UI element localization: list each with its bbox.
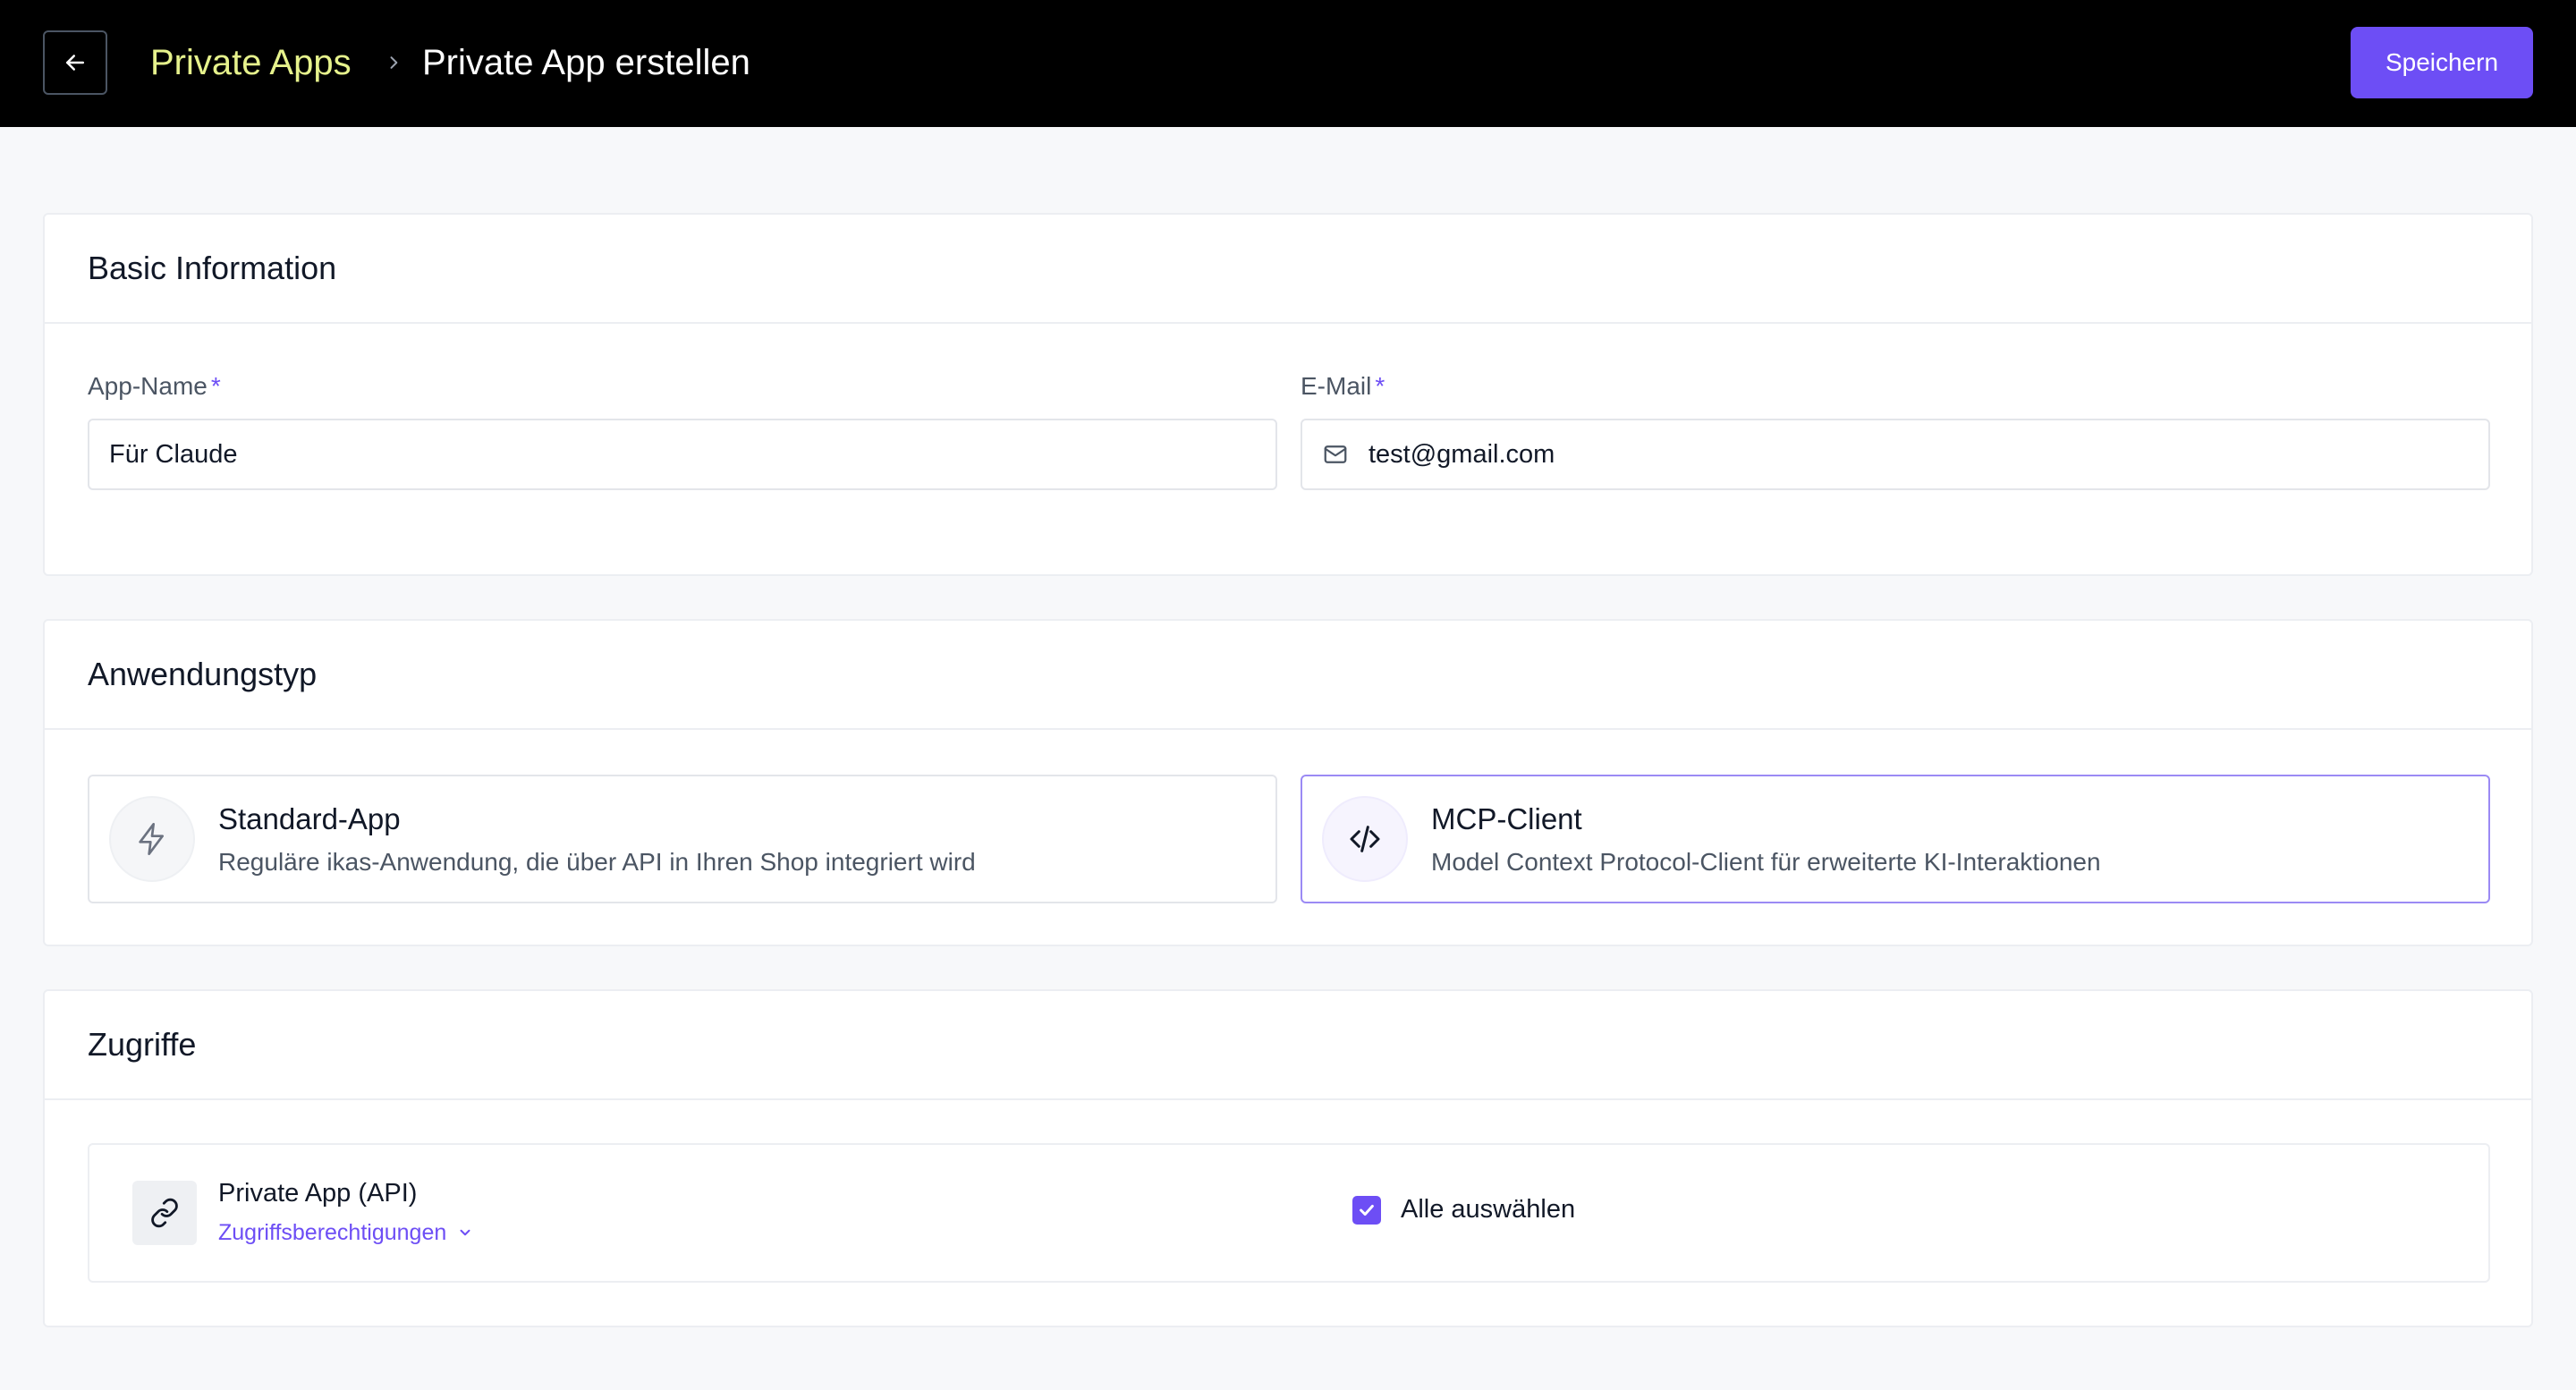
select-all-checkbox[interactable]: Alle auswählen: [1352, 1195, 1575, 1225]
link-icon: [132, 1181, 197, 1245]
access-title: Zugriffe: [45, 991, 2531, 1100]
required-asterisk: *: [210, 372, 221, 400]
save-button[interactable]: Speichern: [2351, 27, 2533, 98]
arrow-left-icon: [66, 55, 84, 71]
checkbox-checked[interactable]: [1352, 1195, 1381, 1225]
code-icon: [1322, 796, 1408, 882]
top-bar: Private Apps Private App erstellen Speic…: [0, 0, 2576, 127]
standard-app-option[interactable]: Standard-App Reguläre ikas-Anwendung, di…: [88, 775, 1277, 903]
check-icon: [1360, 1204, 1374, 1216]
standard-app-description: Reguläre ikas-Anwendung, die über API in…: [218, 848, 976, 876]
app-name-label-text: App-Name: [88, 372, 208, 400]
select-all-label: Alle auswählen: [1401, 1195, 1576, 1224]
page-title: Private App erstellen: [422, 43, 750, 82]
email-label: E-Mail *: [1301, 370, 1385, 403]
chevron-down-icon: [460, 1229, 470, 1236]
mail-icon: [1324, 445, 1347, 463]
app-name-label: App-Name *: [88, 370, 221, 403]
basic-information-card: Basic Information App-Name * Für Claude E…: [43, 213, 2533, 576]
back-button[interactable]: [43, 30, 107, 95]
email-input[interactable]: test@gmail.com: [1301, 419, 2490, 490]
standard-app-title: Standard-App: [218, 802, 401, 835]
permissions-toggle[interactable]: Zugriffsberechtigungen: [218, 1218, 473, 1247]
mcp-client-title: MCP-Client: [1431, 802, 1582, 835]
email-label-text: E-Mail: [1301, 372, 1372, 400]
app-type-card: Anwendungstyp Standard-App Reguläre ikas…: [43, 619, 2533, 946]
required-asterisk: *: [1375, 372, 1385, 400]
private-app-api-title: Private App (API): [218, 1179, 418, 1208]
email-value: test@gmail.com: [1368, 439, 1555, 469]
app-type-title: Anwendungstyp: [45, 621, 2531, 730]
mcp-client-option[interactable]: MCP-Client Model Context Protocol-Client…: [1301, 775, 2490, 903]
breadcrumb-private-apps[interactable]: Private Apps: [150, 39, 352, 86]
mcp-client-description: Model Context Protocol-Client für erweit…: [1431, 848, 2101, 876]
lightning-icon: [109, 796, 195, 882]
private-app-api-row: Private App (API) Zugriffsberechtigungen…: [88, 1143, 2490, 1283]
app-name-input[interactable]: Für Claude: [88, 419, 1277, 490]
basic-information-title: Basic Information: [45, 215, 2531, 324]
access-card: Zugriffe Private App (API) Zugriffsberec…: [43, 989, 2533, 1327]
chevron-right-icon: [383, 48, 404, 77]
app-name-value: Für Claude: [109, 439, 238, 469]
permissions-link-label: Zugriffsberechtigungen: [218, 1220, 447, 1245]
